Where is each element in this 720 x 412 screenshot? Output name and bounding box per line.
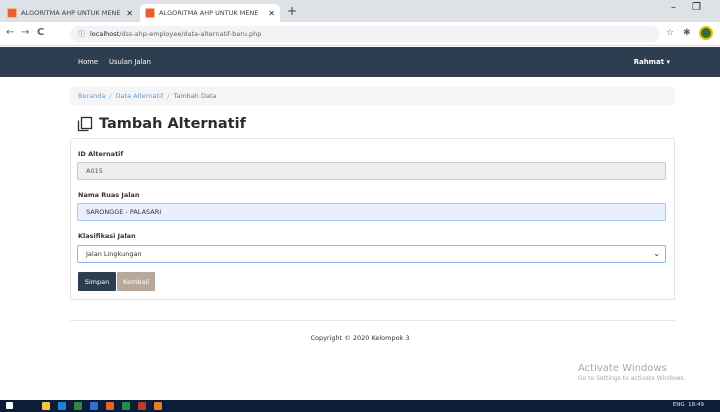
chevron-down-icon: ⌄ [653, 249, 660, 258]
site-info-icon[interactable]: ⓘ [78, 29, 85, 39]
url-path: /dss-ahp-employee/data-alternatif-baru.p… [119, 30, 262, 38]
tab-title: ALGORITMA AHP UNTUK MENE [21, 9, 121, 17]
nama-ruas-jalan-label: Nama Ruas Jalan [78, 191, 140, 199]
profile-avatar[interactable] [699, 26, 713, 40]
taskbar-app-icon[interactable] [74, 402, 82, 410]
activate-windows-title: Activate Windows [578, 363, 667, 374]
top-navbar: Home Usulan Jalan Rahmat ▾ [0, 47, 720, 77]
id-alternatif-field[interactable]: A015 [77, 162, 666, 180]
taskbar-app-icon[interactable] [90, 402, 98, 410]
language-indicator[interactable]: ENG [673, 402, 685, 408]
user-menu[interactable]: Rahmat ▾ [634, 58, 670, 66]
nav-usulan-jalan[interactable]: Usulan Jalan [109, 58, 151, 66]
file-explorer-icon[interactable] [42, 402, 50, 410]
back-button[interactable]: Kembali [117, 272, 155, 291]
close-tab-icon[interactable]: ✕ [268, 9, 275, 18]
browser-tab[interactable]: ALGORITMA AHP UNTUK MENE ✕ [2, 4, 138, 22]
back-button[interactable]: ← [6, 27, 14, 38]
klasifikasi-jalan-label: Klasifikasi Jalan [78, 232, 136, 240]
copyright-text: Copyright © 2020 Kelompok 3 [310, 334, 410, 342]
bookmark-star-icon[interactable]: ☆ [666, 28, 674, 38]
save-button[interactable]: Simpan [78, 272, 116, 291]
windows-taskbar: ENG 18:49 [0, 400, 720, 412]
breadcrumb-separator: / [109, 92, 112, 100]
title-divider [70, 138, 675, 139]
breadcrumb: Beranda / Data Alternatif / Tambah Data [70, 87, 675, 105]
klasifikasi-jalan-select[interactable]: Jalan Lingkungan ⌄ [77, 245, 666, 263]
minimize-button[interactable]: – [671, 2, 676, 13]
page-title: Tambah Alternatif [77, 116, 246, 132]
site-favicon-icon [145, 8, 155, 18]
browser-tab-active[interactable]: ALGORITMA AHP UNTUK MENE ✕ [140, 4, 280, 22]
url-input[interactable]: ⓘ localhost/dss-ahp-employee/data-altern… [70, 26, 660, 42]
taskbar-app-icon[interactable] [106, 402, 114, 410]
reload-button[interactable]: C [37, 27, 44, 38]
breadcrumb-separator: / [167, 92, 170, 100]
taskbar-app-icon[interactable] [154, 402, 162, 410]
breadcrumb-current: Tambah Data [173, 92, 217, 100]
nama-ruas-jalan-field[interactable]: SARONGGE - PALASARI [77, 203, 666, 221]
site-favicon-icon [7, 8, 17, 18]
taskbar-app-icon[interactable] [58, 402, 66, 410]
clock[interactable]: 18:49 [688, 402, 704, 408]
activate-windows-watermark: Activate Windows Go to Settings to activ… [578, 363, 685, 382]
forward-button[interactable]: → [21, 27, 29, 38]
address-bar-row: ← → C ⓘ localhost/dss-ahp-employee/data-… [0, 22, 720, 46]
footer-divider [70, 320, 675, 321]
breadcrumb-beranda[interactable]: Beranda [78, 92, 105, 100]
taskbar-app-icon[interactable] [122, 402, 130, 410]
tab-title: ALGORITMA AHP UNTUK MENE [159, 9, 259, 17]
page-title-text: Tambah Alternatif [99, 116, 246, 132]
maximize-button[interactable]: ❐ [692, 2, 701, 13]
id-alternatif-label: ID Alternatif [78, 150, 124, 158]
close-tab-icon[interactable]: ✕ [126, 9, 133, 18]
new-tab-button[interactable]: + [287, 4, 297, 18]
nav-home[interactable]: Home [78, 58, 98, 66]
system-tray: ENG 18:49 [673, 402, 704, 408]
extensions-icon[interactable]: ✱ [683, 28, 691, 38]
url-host: localhost [90, 30, 120, 38]
breadcrumb-data-alternatif[interactable]: Data Alternatif [116, 92, 164, 100]
klasifikasi-jalan-value: Jalan Lingkungan [86, 250, 142, 258]
activate-windows-subtitle: Go to Settings to activate Windows. [578, 375, 686, 382]
copy-icon [77, 116, 93, 132]
taskbar-app-icon[interactable] [138, 402, 146, 410]
windows-start-icon[interactable] [6, 402, 13, 409]
browser-tab-strip: ALGORITMA AHP UNTUK MENE ✕ ALGORITMA AHP… [0, 0, 720, 22]
